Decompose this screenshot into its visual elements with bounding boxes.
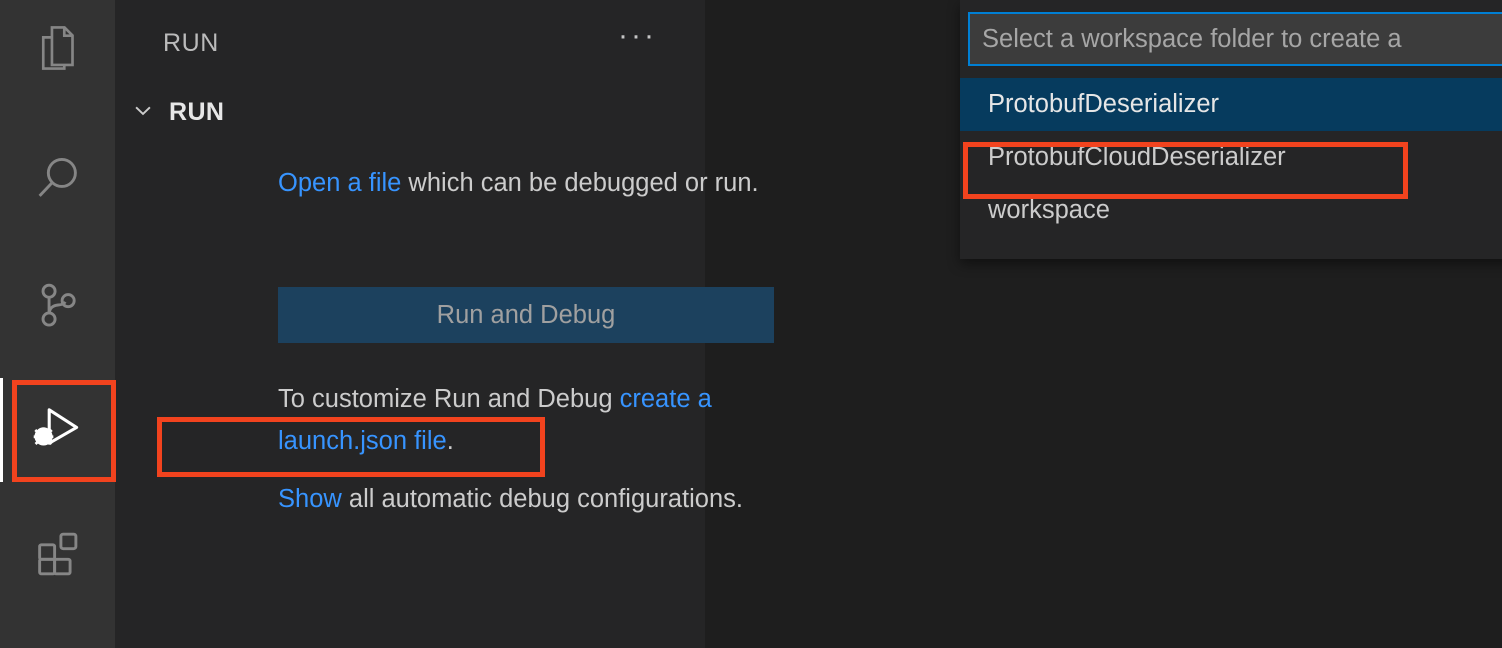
quick-pick-widget: ProtobufDeserializer ProtobufCloudDeseri… [960, 0, 1502, 259]
run-welcome-customize: To customize Run and Debug create a laun… [278, 378, 778, 520]
quick-pick-item-workspace[interactable]: workspace [960, 184, 1502, 237]
section-header-run[interactable]: RUN [115, 92, 705, 132]
quick-pick-input[interactable] [968, 12, 1502, 66]
activity-bar-item-run-and-debug[interactable] [0, 378, 115, 482]
section-header-label: RUN [169, 97, 225, 126]
open-a-file-link[interactable]: Open a file [278, 169, 401, 197]
quick-pick-item-protobuf-deserializer[interactable]: ProtobufDeserializer [960, 78, 1502, 131]
activity-bar [0, 0, 115, 648]
welcome-line-customize: To customize Run and Debug create a laun… [278, 378, 778, 462]
source-control-icon [29, 276, 87, 334]
welcome-line2-prefix: To customize Run and Debug [278, 385, 620, 413]
search-icon [29, 149, 87, 207]
chevron-down-icon [131, 98, 155, 127]
activity-bar-item-search[interactable] [0, 126, 115, 230]
activity-bar-item-source-control[interactable] [0, 253, 115, 357]
welcome-line-show-configs: Show all automatic debug configurations. [278, 478, 778, 520]
activity-bar-item-extensions[interactable] [0, 501, 115, 605]
vscode-window: RUN ··· RUN Open a file which can be deb… [0, 0, 1502, 648]
sidebar-header: RUN ··· [115, 18, 705, 68]
quick-pick-list: ProtobufDeserializer ProtobufCloudDeseri… [960, 78, 1502, 237]
more-actions-icon[interactable]: ··· [618, 21, 657, 55]
activity-bar-item-explorer[interactable] [0, 0, 115, 100]
welcome-line3-rest: all automatic debug configurations. [341, 485, 743, 513]
welcome-line1-rest: which can be debugged or run. [401, 169, 759, 197]
welcome-line2-suffix: . [446, 427, 454, 455]
quick-pick-input-wrap [960, 0, 1502, 74]
quick-pick-item-protobuf-cloud-deserializer[interactable]: ProtobufCloudDeserializer [960, 131, 1502, 184]
run-and-debug-button[interactable]: Run and Debug [278, 287, 774, 343]
files-icon [29, 19, 87, 77]
show-all-configs-link[interactable]: Show [278, 485, 342, 513]
welcome-line-open-a-file: Open a file which can be debugged or run… [278, 162, 778, 204]
page-title: RUN [163, 28, 219, 57]
run-and-debug-icon [27, 399, 89, 461]
activity-bar-active-indicator [0, 378, 3, 482]
sidebar-run-view: RUN ··· RUN Open a file which can be deb… [115, 0, 774, 648]
extensions-icon [29, 524, 87, 582]
run-welcome-view: Open a file which can be debugged or run… [278, 162, 778, 204]
